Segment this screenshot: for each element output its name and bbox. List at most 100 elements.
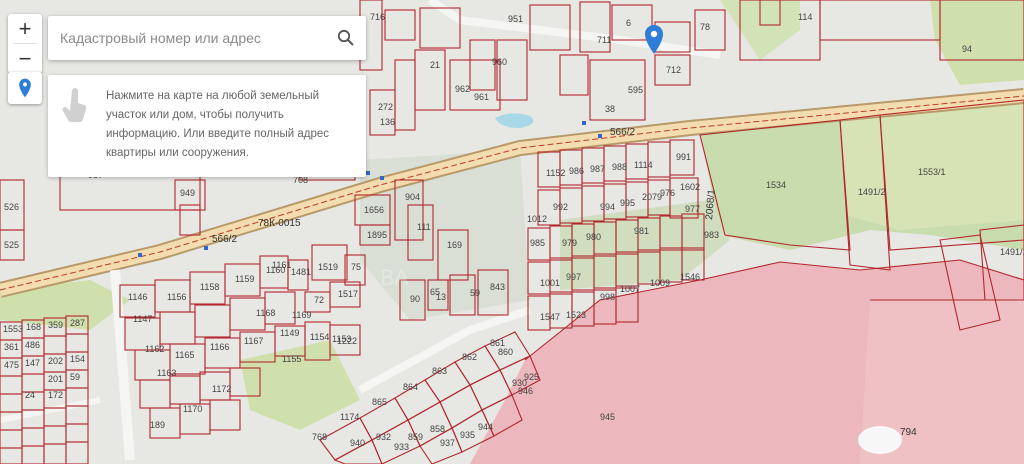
parcel-number-label: 1172 xyxy=(212,384,231,394)
parcel-number-label: 1481 xyxy=(291,267,311,277)
parcel-number-label: 287 xyxy=(70,318,85,328)
parcel-number-label: 997 xyxy=(566,272,581,282)
hand-pointer-icon xyxy=(62,87,90,128)
parcel-number-label: 359 xyxy=(48,320,63,330)
parcel-number-label: 1149 xyxy=(280,328,299,338)
parcel-number-label: 72 xyxy=(314,295,324,305)
parcel-number-label: 863 xyxy=(432,366,447,376)
parcel-number-label: 1159 xyxy=(235,274,254,284)
parcel-number-label: 1147 xyxy=(133,314,152,324)
parcel-number-label: 711 xyxy=(597,35,611,45)
parcel-number-label: 1170 xyxy=(183,404,202,414)
parcel-number-label: 987 xyxy=(590,164,605,174)
parcel-number-label: 595 xyxy=(628,85,643,95)
parcel-number-label: 1167 xyxy=(244,336,263,346)
parcel-number-label: 865 xyxy=(372,397,387,407)
parcel-number-label: 1155 xyxy=(282,354,301,364)
parcel-number-label: 998 xyxy=(600,292,615,302)
parcel-number-label: 860 xyxy=(498,347,513,357)
parcel-number-label: 1174 xyxy=(340,412,359,422)
svg-text:ВА: ВА xyxy=(380,265,409,290)
parcel-number-label: 202 xyxy=(48,356,63,366)
road-label: 78К-0015 xyxy=(258,218,301,229)
zoom-out-button[interactable]: − xyxy=(8,44,42,73)
parcel-number-label: 962 xyxy=(455,84,470,94)
parcel-number-label: 525 xyxy=(4,240,19,250)
parcel-number-label: 361 xyxy=(4,342,19,352)
parcel-number-label: 980 xyxy=(586,232,601,242)
parcel-number-label: 925 xyxy=(524,372,539,382)
search-box xyxy=(48,16,366,60)
parcel-number-label: 59 xyxy=(70,372,80,382)
parcel-number-label: 169 xyxy=(447,240,462,250)
parcel-number-label: 1523 xyxy=(566,310,586,320)
parcel-number-label: 201 xyxy=(48,374,63,384)
parcel-number-label: 937 xyxy=(440,438,455,448)
parcel-number-label: 1553/1 xyxy=(918,167,946,177)
cadastral-map[interactable]: 566/2 566/2 78К-0015 2068/1 794 7166 7811… xyxy=(0,0,1024,464)
parcel-number-label: 1114 xyxy=(634,160,653,170)
parcel-number-label: 1491/2 xyxy=(858,187,886,197)
parcel-number-label: 985 xyxy=(530,238,545,248)
parcel-number-label: 977 xyxy=(685,204,700,214)
parcel-number-label: 716 xyxy=(370,12,385,22)
parcel-number-label: 994 xyxy=(600,202,615,212)
parcel-number-label: 59 xyxy=(470,288,480,298)
parcel-number-label: 1009 xyxy=(650,278,670,288)
parcel-number-label: 65 xyxy=(430,287,440,297)
parcel-number-label: 272 xyxy=(378,102,393,112)
road-label: 566/2 xyxy=(610,127,635,138)
my-location-button[interactable] xyxy=(8,72,42,104)
parcel-number-label: 1546 xyxy=(680,272,700,282)
parcel-number-label: 24 xyxy=(25,390,35,400)
parcel-number-label: 475 xyxy=(4,360,19,370)
parcel-number-label: 1166 xyxy=(210,342,229,352)
parcel-number-label: 991 xyxy=(676,152,691,162)
zoom-in-button[interactable]: + xyxy=(8,14,42,43)
parcel-number-label: 904 xyxy=(405,192,420,202)
parcel-number-label: 864 xyxy=(403,382,418,392)
parcel-number-label: 981 xyxy=(634,226,649,236)
parcel-number-label: 992 xyxy=(553,202,568,212)
parcel-number-label: 933 xyxy=(394,442,409,452)
search-input[interactable] xyxy=(48,16,326,60)
parcel-number-label: 1165 xyxy=(175,350,194,360)
parcel-number-label: 1895 xyxy=(367,230,387,240)
parcel-number-label: 114 xyxy=(798,12,812,22)
parcel-number-label: 768 xyxy=(312,432,327,442)
parcel-number-label: 858 xyxy=(430,424,445,434)
parcel-number-label: 859 xyxy=(408,432,423,442)
parcel-number-label: 862 xyxy=(462,352,477,362)
parcel-number-label: 21 xyxy=(430,60,440,70)
parcel-number-label: 90 xyxy=(410,294,420,304)
parcel-number-label: 1001 xyxy=(540,278,560,288)
parcel-number-label: 935 xyxy=(460,430,475,440)
parcel-number-label: 526 xyxy=(4,202,19,212)
map-marker-icon xyxy=(19,78,31,98)
parcel-number-label: 486 xyxy=(25,340,40,350)
parcel-number-label: 1222 xyxy=(337,336,357,346)
parcel-number-label: 147 xyxy=(25,358,40,368)
parcel-number-label: 960 xyxy=(492,57,507,67)
hint-panel: Нажмите на карте на любой земельный учас… xyxy=(48,75,366,177)
parcel-number-label: 1519 xyxy=(318,262,338,272)
parcel-number-label: 944 xyxy=(478,422,493,432)
parcel-number-label: 946 xyxy=(518,386,533,396)
parcel-number-label: 168 xyxy=(26,322,41,332)
parcel-number-label: 94 xyxy=(962,44,972,54)
parcel-number-label: 995 xyxy=(620,198,635,208)
parcel-number-label: 1547 xyxy=(540,312,560,322)
parcel-number-label: 1158 xyxy=(200,282,219,292)
parcel-number-label: 6 xyxy=(626,18,631,28)
parcel-number-label: 988 xyxy=(612,162,627,172)
parcel-number-label: 976 xyxy=(660,188,675,198)
parcel-number-label: 78 xyxy=(700,22,710,32)
parcel-number-label: 1168 xyxy=(256,308,275,318)
parcel-number-label: 1146 xyxy=(128,292,147,302)
parcel-number-label: 172 xyxy=(48,390,63,400)
parcel-number-label: 1534 xyxy=(766,180,786,190)
parcel-number-label: 1154 xyxy=(310,332,329,342)
parcel-number-label: 951 xyxy=(508,14,523,24)
search-icon[interactable] xyxy=(326,16,366,60)
parcel-number-label: 961 xyxy=(474,92,489,102)
